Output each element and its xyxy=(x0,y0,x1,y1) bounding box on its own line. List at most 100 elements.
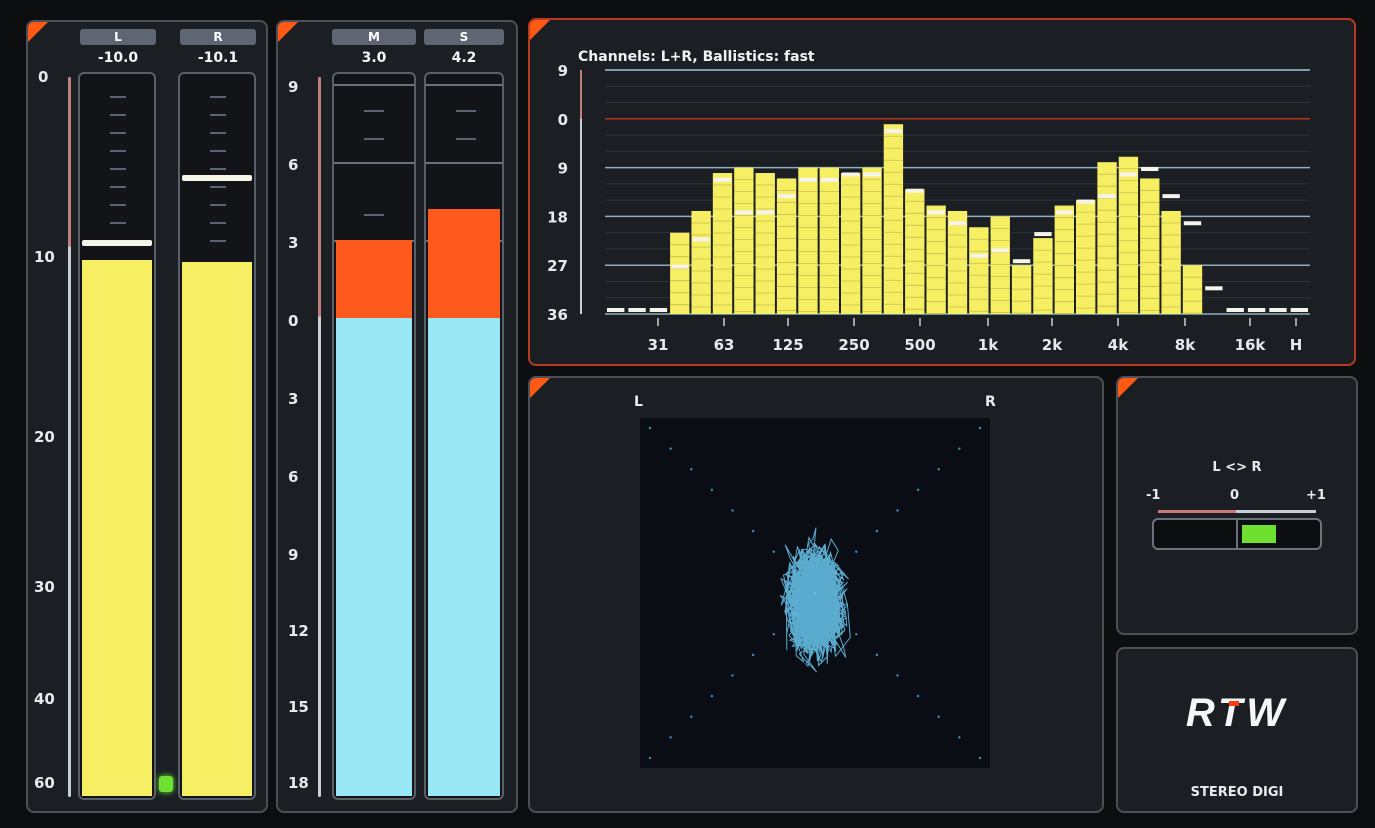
meter-peak-l xyxy=(82,239,152,246)
rtw-logo: RTW xyxy=(1118,691,1356,736)
meter-fill-r xyxy=(182,261,252,796)
meter-dash xyxy=(110,186,126,188)
rta-bar xyxy=(798,167,818,314)
rta-bar xyxy=(1161,210,1181,314)
panel-menu-icon[interactable] xyxy=(530,378,550,398)
rta-bar xyxy=(734,167,754,314)
meter-dash xyxy=(456,138,476,140)
gonio-diagonal-dot xyxy=(731,509,734,512)
meter-gridline xyxy=(334,84,414,86)
scale-label: 12 xyxy=(288,622,309,640)
gonio-label-left: L xyxy=(634,394,643,410)
scale-label: 15 xyxy=(288,698,309,716)
gonio-diagonal-dot xyxy=(772,550,775,553)
channel-label-s: S xyxy=(424,29,504,45)
meter-dash xyxy=(210,186,226,188)
gonio-diagonal-dot xyxy=(978,756,982,760)
channel-value-m: 3.0 xyxy=(361,50,387,66)
correlation-scale-positive xyxy=(1236,510,1316,513)
rta-bar xyxy=(1076,200,1096,314)
gonio-diagonal-dot xyxy=(875,529,879,533)
rta-peak xyxy=(735,210,753,215)
gonio-diagonal-dot xyxy=(978,426,982,430)
green-led-icon xyxy=(159,776,173,792)
panel-menu-icon[interactable] xyxy=(28,22,48,42)
correlation-panel: L <> R -1 0 +1 xyxy=(1116,376,1358,635)
scale-label: 6 xyxy=(288,156,299,174)
rta-peak xyxy=(649,308,668,312)
gonio-diagonal-dot xyxy=(958,447,961,450)
rta-y-tick: 18 xyxy=(547,208,568,226)
meter-dash xyxy=(210,240,226,242)
gonio-label-right: R xyxy=(985,394,996,410)
correlation-center-line xyxy=(1236,520,1238,548)
rta-peak xyxy=(927,210,945,215)
rta-peak xyxy=(948,221,967,226)
rta-peak xyxy=(1055,210,1073,215)
rta-x-tick: 16k xyxy=(1235,336,1267,354)
scale-overload-line xyxy=(318,77,321,317)
rta-bar xyxy=(1140,178,1160,314)
gonio-diagonal-dot xyxy=(916,694,920,698)
meter-dash xyxy=(210,222,226,224)
rta-peak xyxy=(671,264,689,269)
gonio-diagonal-dot xyxy=(648,756,652,760)
rta-peak xyxy=(842,172,860,177)
rta-x-tick: H xyxy=(1290,336,1303,354)
correlation-meter xyxy=(1152,518,1322,550)
rta-bar xyxy=(691,210,711,314)
rta-peak xyxy=(1141,167,1159,172)
rta-peak xyxy=(991,248,1009,253)
logo-accent-icon xyxy=(1229,701,1239,706)
gonio-diagonal-dot xyxy=(669,447,672,450)
meter-dash xyxy=(364,110,384,112)
meter-dash xyxy=(110,222,126,224)
rta-peak xyxy=(1012,259,1031,264)
rta-x-tick: 63 xyxy=(714,336,735,354)
rta-peak xyxy=(1183,221,1202,226)
panel-menu-icon[interactable] xyxy=(278,22,298,42)
scale-label: 9 xyxy=(288,546,299,564)
rta-peak xyxy=(820,177,838,182)
scale-label: 0 xyxy=(288,312,299,330)
brand-panel: RTW STEREO DIGI xyxy=(1116,647,1358,813)
gonio-diagonal-dot xyxy=(896,509,899,512)
rta-peak xyxy=(713,177,732,182)
meter-dash xyxy=(110,204,126,206)
rta-bar xyxy=(883,124,904,314)
rta-bar xyxy=(1118,156,1139,314)
meter-dash xyxy=(110,132,126,134)
rta-x-tick: 500 xyxy=(904,336,935,354)
meter-r xyxy=(178,72,256,800)
rtw-logo-text: RTW xyxy=(1185,691,1289,735)
scale-label: 60 xyxy=(34,774,55,792)
rta-title: Channels: L+R, Ballistics: fast xyxy=(578,49,815,65)
panel-menu-icon[interactable] xyxy=(1118,378,1138,398)
gonio-diagonal-dot xyxy=(937,715,940,718)
meter-dash xyxy=(210,132,226,134)
meter-dash xyxy=(210,168,226,170)
rta-peak xyxy=(692,237,710,242)
scale-overload-line xyxy=(68,77,71,247)
product-name: STEREO DIGI xyxy=(1190,785,1284,800)
rta-panel: Channels: L+R, Ballistics: fast 9 0 9 18 27 3… xyxy=(528,18,1356,366)
rta-bar xyxy=(776,178,797,314)
gonio-diagonal-dot xyxy=(710,488,714,492)
rta-peak xyxy=(906,188,924,193)
gonio-diagonal-dot xyxy=(916,488,920,492)
correlation-scale-negative xyxy=(1158,510,1236,513)
meter-dash xyxy=(110,114,126,116)
rta-peak xyxy=(799,177,817,182)
scale-label: 9 xyxy=(288,78,299,96)
meter-fill-s-above xyxy=(428,208,500,318)
rta-bar xyxy=(1097,162,1117,314)
rta-bar xyxy=(969,227,989,314)
meter-gridline xyxy=(426,84,502,86)
rta-peak xyxy=(756,210,774,215)
gonio-diagonal-dot xyxy=(690,715,693,718)
rta-x-tick: 125 xyxy=(772,336,803,354)
correlation-indicator xyxy=(1241,525,1276,543)
gonio-diagonal-dot xyxy=(896,674,899,677)
rta-x-tick: 8k xyxy=(1175,336,1196,354)
gonio-diagonal-dot xyxy=(710,694,714,698)
